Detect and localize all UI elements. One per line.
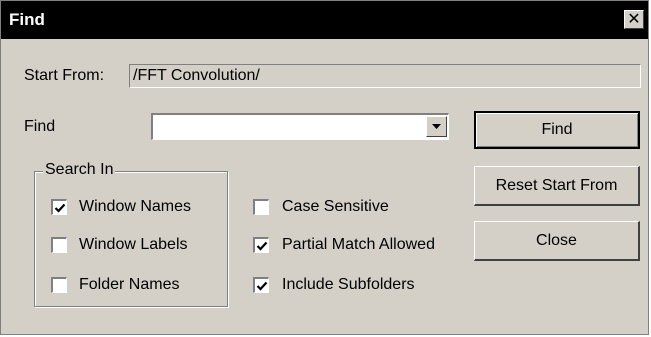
- partial-match-label: Partial Match Allowed: [282, 236, 435, 253]
- case-sensitive-label: Case Sensitive: [282, 198, 389, 215]
- window-names-label: Window Names: [79, 198, 192, 215]
- find-combobox[interactable]: [151, 113, 449, 140]
- close-button[interactable]: Close: [474, 221, 640, 261]
- reset-start-from-button[interactable]: Reset Start From: [474, 166, 640, 206]
- partial-match-checkbox[interactable]: [253, 237, 269, 253]
- window-labels-label: Window Labels: [79, 236, 188, 253]
- checkmark-icon: [256, 281, 268, 291]
- dropdown-arrow-button[interactable]: [426, 116, 447, 137]
- include-subfolders-checkbox[interactable]: [253, 277, 269, 293]
- include-subfolders-label: Include Subfolders: [282, 276, 415, 293]
- window-labels-checkbox[interactable]: [51, 237, 67, 253]
- close-icon[interactable]: ✕: [624, 10, 644, 29]
- chevron-down-icon: [432, 124, 441, 129]
- find-button[interactable]: Find: [474, 111, 640, 149]
- folder-names-checkbox[interactable]: [51, 277, 67, 293]
- find-dialog: Find ✕ Start From: /FFT Convolution/ Fin…: [0, 0, 649, 335]
- dialog-title: Find: [9, 10, 45, 29]
- find-label: Find: [24, 118, 56, 135]
- title-bar: Find ✕: [1, 1, 648, 39]
- start-from-label: Start From:: [24, 67, 105, 84]
- checkmark-icon: [54, 203, 66, 213]
- window-names-checkbox[interactable]: [51, 199, 67, 215]
- search-in-label: Search In: [43, 161, 116, 179]
- start-from-value: /FFT Convolution/: [133, 67, 260, 84]
- checkmark-icon: [256, 241, 268, 251]
- folder-names-label: Folder Names: [79, 276, 180, 293]
- start-from-field: /FFT Convolution/: [129, 64, 641, 88]
- case-sensitive-checkbox[interactable]: [253, 199, 269, 215]
